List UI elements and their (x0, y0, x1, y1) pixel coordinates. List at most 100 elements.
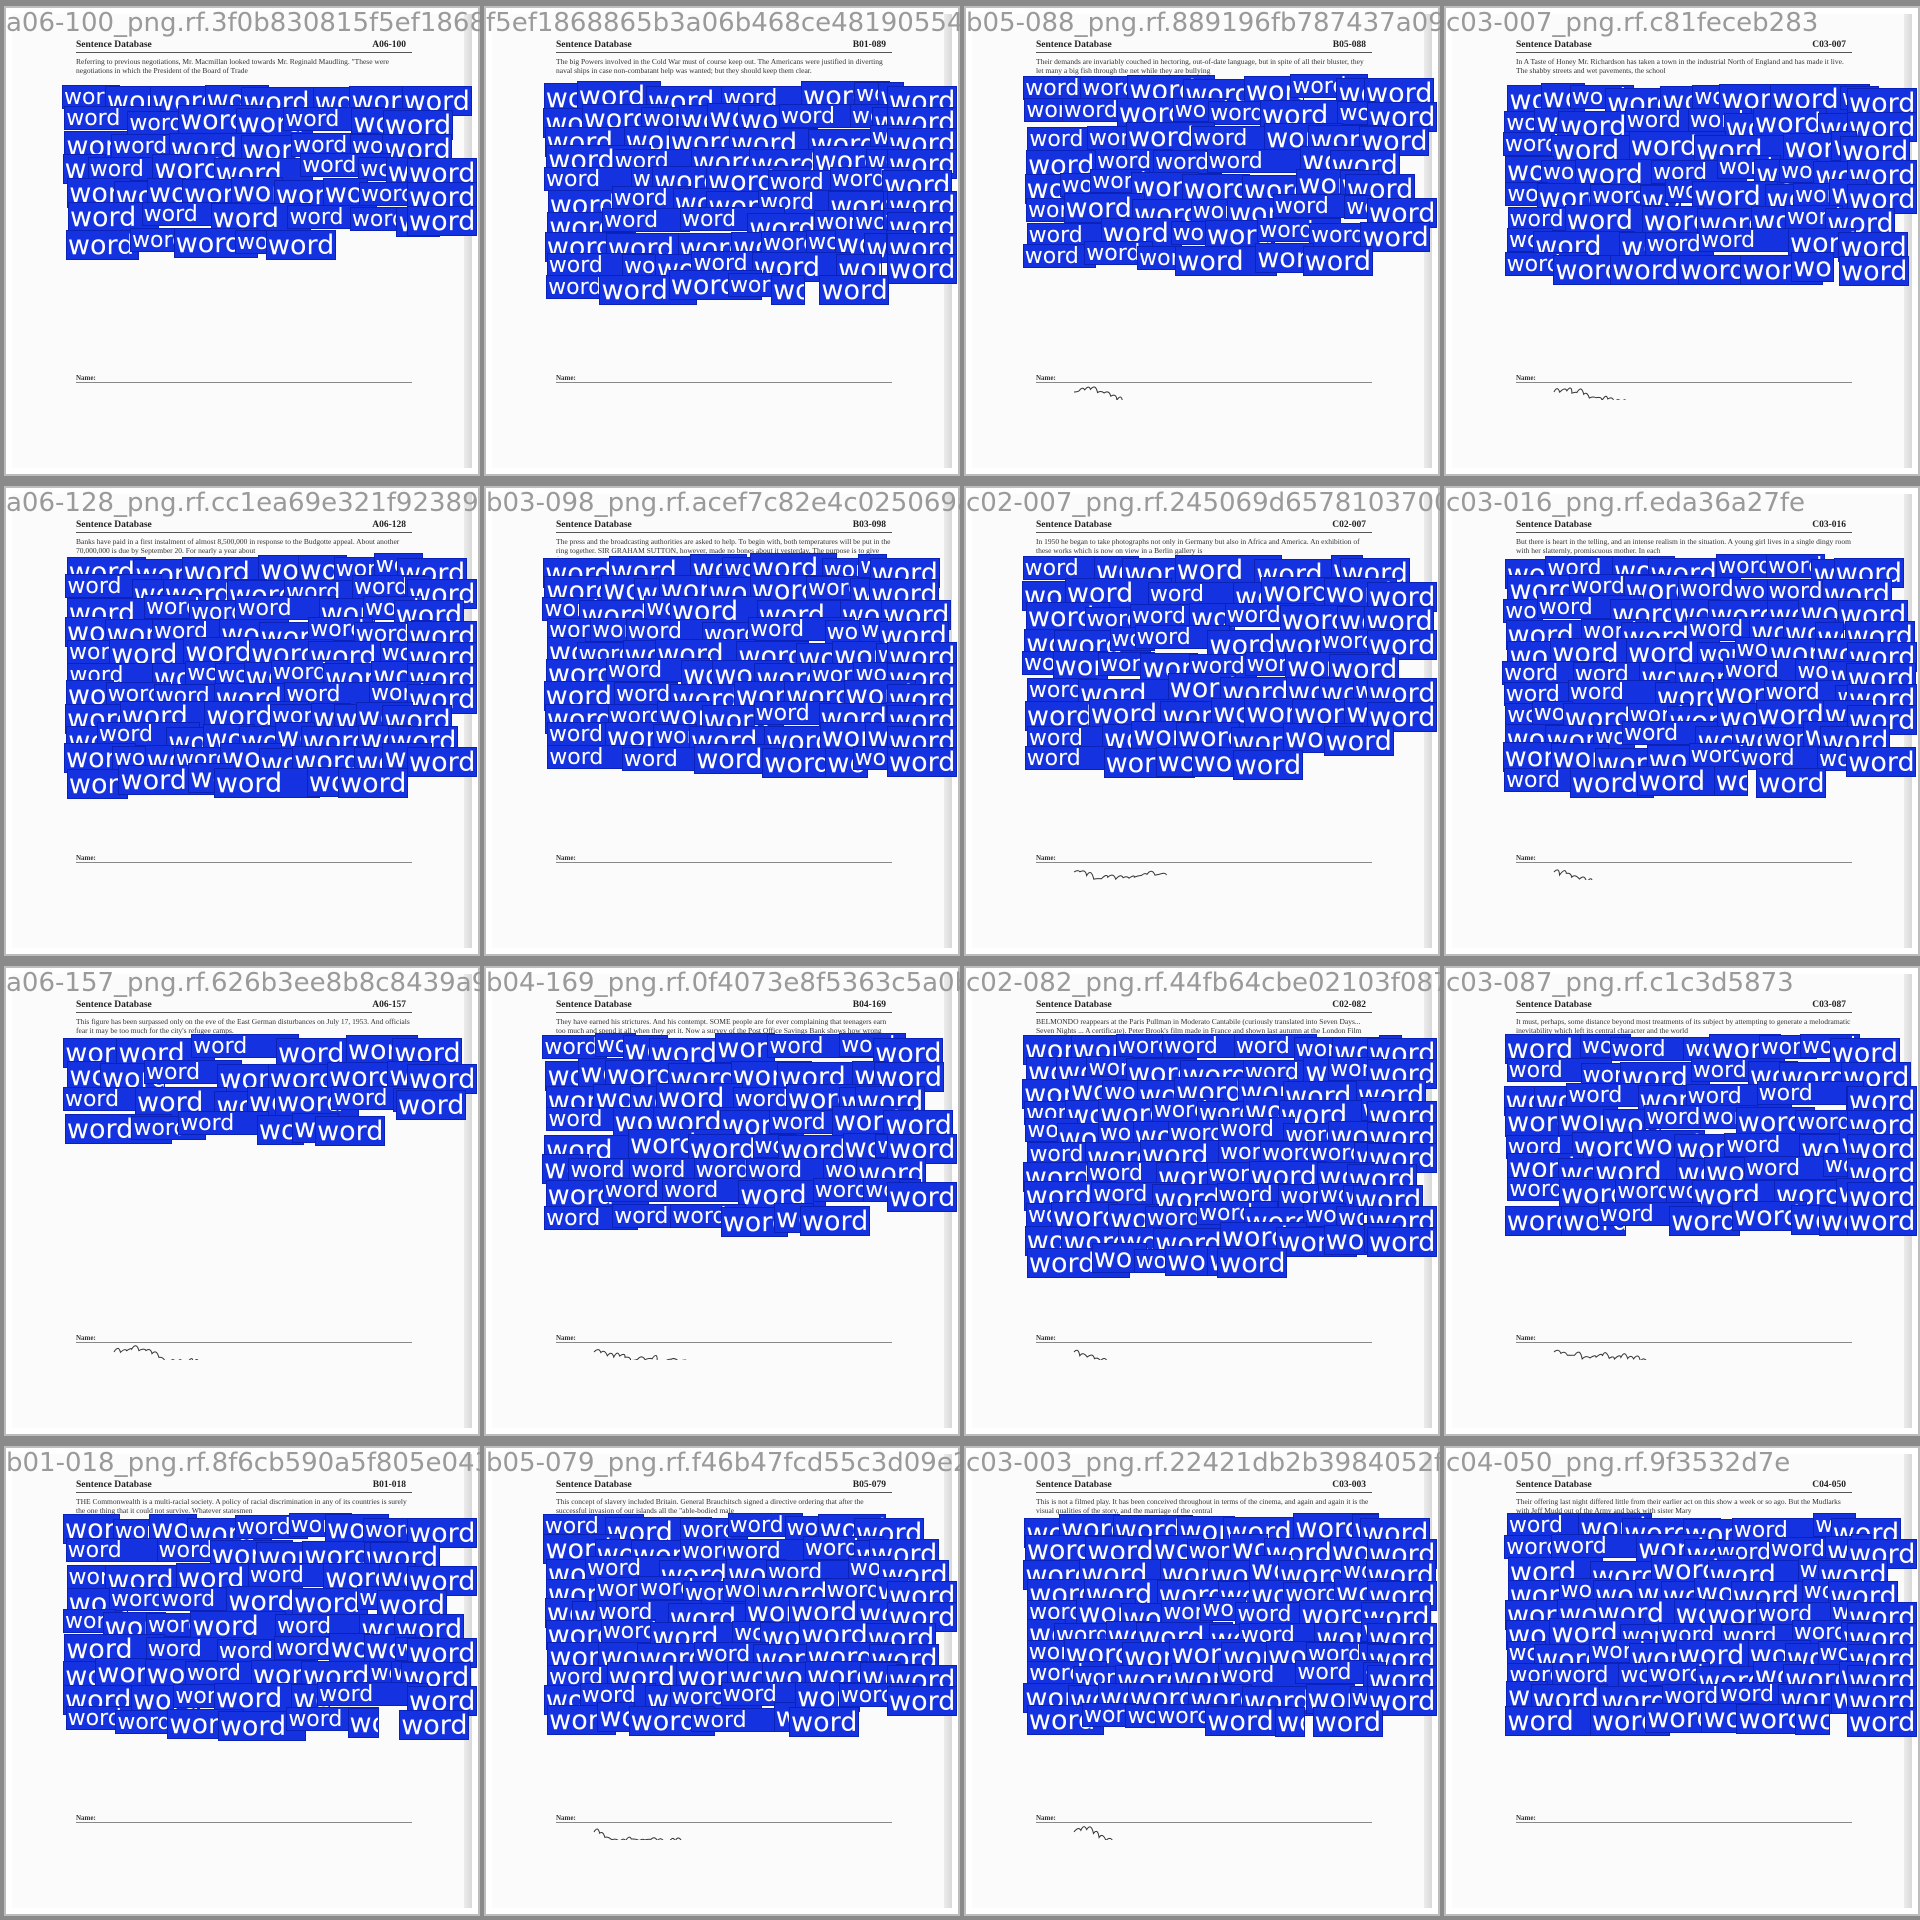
handwritten-signature (113, 1345, 199, 1360)
word-box: word (1779, 159, 1818, 184)
word-box-overlay: wordwordwordwordwordwordwordwordwordword… (492, 1454, 957, 1908)
word-box: word (602, 207, 691, 232)
tile-filename: b03-098_png.rf.acef7c82e4c025069a1b8f245… (486, 488, 960, 518)
word-box-overlay: wordwordwordwordwordwordwordwordwordword… (1452, 14, 1917, 468)
name-label: Name: (76, 1814, 96, 1822)
word-box-overlay: wordwordwordwordwordwordwordwordwordword… (972, 14, 1437, 468)
name-label: Name: (556, 854, 576, 862)
document-tile: Sentence Database C03-016 But there is hea… (1444, 486, 1920, 956)
scanned-page: Sentence Database C04-050 Their offering l… (1452, 1454, 1917, 1908)
word-box: word (887, 1182, 957, 1212)
name-label: Name: (76, 374, 96, 382)
handwritten-signature (1073, 1826, 1113, 1840)
handwritten-signature (593, 1349, 687, 1360)
word-box: word (407, 747, 477, 777)
word-box: word (213, 768, 321, 799)
tile-filename: c02-007_png.rf.245069d657810370084245271… (966, 488, 1440, 518)
word-box: word (315, 1116, 386, 1146)
word-box: word (600, 1618, 656, 1643)
word-box: word (347, 1707, 380, 1738)
scanned-page: Sentence Database C03-003 This is not a fi… (972, 1454, 1437, 1908)
word-box: word (265, 230, 336, 260)
word-box-overlay: wordwordwordwordwordwordwordwordwordword… (972, 974, 1437, 1428)
name-rule (76, 1822, 412, 1823)
word-box: word (1217, 1248, 1288, 1278)
word-box: word (317, 1682, 419, 1707)
word-box-overlay: wordwordwordwordwordwordwordwordwordword… (492, 14, 957, 468)
scanned-page: Sentence Database B04-169 They have earned… (492, 974, 957, 1428)
scanned-page: Sentence Database A06-128 Banks have paid … (12, 494, 477, 948)
handwritten-signature (1553, 869, 1593, 880)
scanned-page: Sentence Database C03-016 But there is hea… (1452, 494, 1917, 948)
scanned-page: Sentence Database B03-098 The press and th… (492, 494, 957, 948)
document-tile: Sentence Database C02-082 BELMONDO reappea… (964, 966, 1440, 1436)
word-box-overlay: wordwordwordwordwordwordwordwordwordword… (1452, 974, 1917, 1428)
document-tile: Sentence Database C02-007 In 1950 he began… (964, 486, 1440, 956)
image-grid: Sentence Database A06-100 Referring to pre… (0, 0, 1920, 1920)
word-box: word (1756, 768, 1827, 798)
name-rule (76, 382, 412, 383)
document-tile: Sentence Database B05-079 This concept of … (484, 1446, 960, 1916)
word-box: word (1367, 1227, 1437, 1257)
word-box: word (819, 275, 890, 305)
word-box-overlay: wordwordwordwordwordwordwordwordwordword… (12, 1454, 477, 1908)
scanned-page: Sentence Database A06-157 This figure has … (12, 974, 477, 1428)
tile-filename: c03-087_png.rf.c1c3d5873 (1446, 968, 1794, 998)
word-box: word (1839, 256, 1910, 286)
scanned-page: Sentence Database C03-087 It must, perhaps… (1452, 974, 1917, 1428)
tile-filename: f5ef1868865b3a06b468ce48190554887 (486, 8, 960, 38)
word-box: word (358, 182, 412, 207)
name-label: Name: (556, 1334, 576, 1342)
word-box: word (338, 768, 408, 798)
word-box: word (1302, 246, 1373, 276)
handwritten-signature (1073, 1349, 1108, 1360)
document-tile: Sentence Database B01-018 THE Commonwealth… (4, 1446, 480, 1916)
scanned-page: Sentence Database C03-007 In A Taste of Ho… (1452, 14, 1917, 468)
word-box: word (1791, 252, 1834, 283)
handwritten-signature (1073, 870, 1167, 880)
document-tile: Sentence Database A06-100 Referring to pre… (4, 6, 480, 476)
word-box: word (1847, 1206, 1917, 1236)
word-box-overlay: wordwordwordwordwordwordwordwordwordword… (972, 494, 1437, 948)
document-tile: Sentence Database C03-003 This is not a fi… (964, 1446, 1440, 1916)
document-tile: Sentence Database B03-098 The press and th… (484, 486, 960, 956)
word-box-overlay: wordwordwordwordwordwordwordwordwordword… (492, 494, 957, 948)
word-box-overlay: wordwordwordwordwordwordwordwordwordword… (12, 494, 477, 948)
document-tile: Sentence Database B01-089 The big Powers i… (484, 6, 960, 476)
tile-filename: b05-079_png.rf.f46b47fcd55c3d09e28f9a9cf… (486, 1448, 960, 1478)
document-tile: Sentence Database C03-087 It must, perhaps… (1444, 966, 1920, 1436)
word-box: word (887, 254, 957, 284)
tile-filename: c02-082_png.rf.44fb64cbe02103f0873b3dd6f… (966, 968, 1440, 998)
handwritten-signature (1553, 387, 1627, 400)
name-label: Name: (1036, 1334, 1056, 1342)
document-tile: Sentence Database B05-088 Their demands ar… (964, 6, 1440, 476)
name-rule (76, 862, 412, 863)
tile-filename: c03-003_png.rf.22421db2b3984052f39319f35… (966, 1448, 1440, 1478)
word-box: word (108, 1587, 166, 1612)
tile-filename: c03-007_png.rf.c81feceb283 (1446, 8, 1819, 38)
document-tile: Sentence Database B04-169 They have earned… (484, 966, 960, 1436)
word-box: word (1312, 1707, 1383, 1737)
word-box: word (178, 1111, 270, 1136)
word-box: word (789, 1707, 860, 1737)
handwritten-signature (1553, 1349, 1647, 1360)
tile-filename: b01-018_png.rf.8f6cb590a5f805e0436ad74f4… (6, 1448, 480, 1478)
tile-filename: c03-016_png.rf.eda36a27fe (1446, 488, 1806, 518)
name-label: Name: (1516, 1814, 1536, 1822)
scanned-page: Sentence Database A06-100 Referring to pre… (12, 14, 477, 468)
word-box: word (887, 747, 957, 777)
name-label: Name: (1036, 374, 1056, 382)
word-box: word (799, 1206, 870, 1236)
name-label: Name: (76, 1334, 96, 1342)
word-box: word (399, 1710, 470, 1740)
document-tile: Sentence Database A06-128 Banks have paid … (4, 486, 480, 956)
tile-filename: a06-157_png.rf.626b3ee8b8c8439a9e7cdf0f4… (6, 968, 480, 998)
name-rule (1516, 1822, 1852, 1823)
scanned-page: Sentence Database C02-082 BELMONDO reappea… (972, 974, 1437, 1428)
handwritten-signature (593, 1828, 682, 1840)
word-box-overlay: wordwordwordwordwordwordwordwordwordword… (12, 974, 477, 1428)
scanned-page: Sentence Database B01-018 THE Commonwealth… (12, 1454, 477, 1908)
word-box: word (887, 1686, 957, 1716)
scanned-page: Sentence Database C02-007 In 1950 he began… (972, 494, 1437, 948)
word-box: word (1232, 750, 1303, 780)
